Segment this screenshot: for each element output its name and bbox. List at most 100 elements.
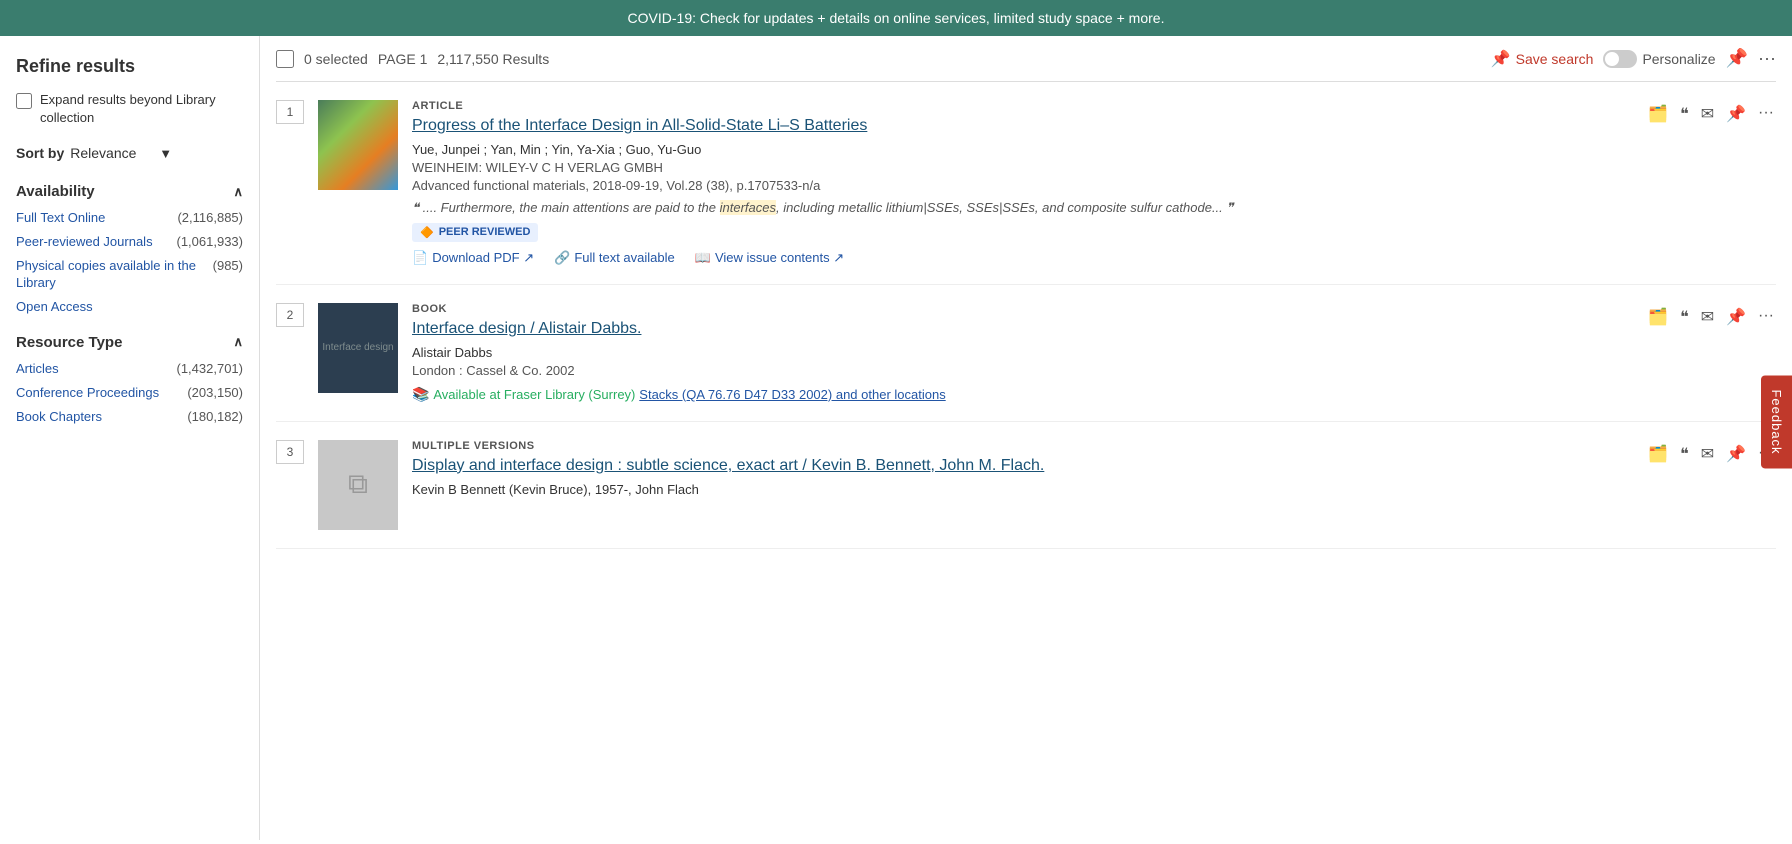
- pin-filled-icon: 📌: [1491, 49, 1511, 69]
- result-authors-3: Kevin B Bennett (Kevin Bruce), 1957-, Jo…: [412, 482, 1632, 497]
- filter-label-articles: Articles: [16, 361, 59, 378]
- availability-title: Availability: [16, 183, 95, 200]
- save-search-button[interactable]: 📌 Save search: [1491, 49, 1594, 69]
- expand-option[interactable]: Expand results beyond Library collection: [16, 91, 243, 127]
- filter-count-conference-proceedings: (203,150): [187, 385, 243, 400]
- result-actions-3: 🗂️ ❝ ✉ 📌 ···: [1646, 440, 1776, 530]
- link-icon: 🔗: [554, 250, 570, 266]
- pin-button[interactable]: 📌: [1726, 48, 1748, 69]
- quote-button-1[interactable]: ❝: [1678, 102, 1691, 126]
- filter-item-peer-reviewed-journals[interactable]: Peer-reviewed Journals (1,061,933): [16, 234, 243, 251]
- sidebar: Refine results Expand results beyond Lib…: [0, 36, 260, 840]
- filter-item-open-access[interactable]: Open Access: [16, 299, 243, 316]
- result-title-1[interactable]: Progress of the Interface Design in All-…: [412, 116, 1632, 137]
- content-area: 0 selected PAGE 1 2,117,550 Results 📌 Sa…: [260, 36, 1792, 840]
- filter-item-articles[interactable]: Articles (1,432,701): [16, 361, 243, 378]
- result-title-2[interactable]: Interface design / Alistair Dabbs.: [412, 319, 1632, 340]
- select-all-checkbox[interactable]: [276, 50, 294, 68]
- quote-button-3[interactable]: ❝: [1678, 442, 1691, 466]
- feedback-tab[interactable]: Feedback: [1761, 375, 1792, 468]
- result-body-2: BOOK Interface design / Alistair Dabbs. …: [412, 303, 1632, 403]
- quote-button-2[interactable]: ❝: [1678, 305, 1691, 329]
- result-title-3[interactable]: Display and interface design : subtle sc…: [412, 456, 1632, 477]
- result-body-3: MULTIPLE VERSIONS Display and interface …: [412, 440, 1632, 530]
- download-pdf-link-1[interactable]: 📄 Download PDF ↗: [412, 250, 534, 266]
- cite-button-1[interactable]: 🗂️: [1646, 102, 1670, 126]
- resource-type-items: Articles (1,432,701) Conference Proceedi…: [16, 361, 243, 426]
- more-button-1[interactable]: ···: [1756, 102, 1776, 124]
- result-type-2: BOOK: [412, 303, 1632, 315]
- result-availability-2: 📚 Available at Fraser Library (Surrey) S…: [412, 386, 1632, 403]
- availability-section: Availability ∧ Full Text Online (2,116,8…: [16, 183, 243, 315]
- sidebar-title: Refine results: [16, 56, 243, 77]
- results-count: 2,117,550 Results: [437, 51, 549, 67]
- filter-item-book-chapters[interactable]: Book Chapters (180,182): [16, 409, 243, 426]
- feedback-label: Feedback: [1769, 389, 1784, 454]
- availability-header[interactable]: Availability ∧: [16, 183, 243, 200]
- peer-reviewed-label-1: PEER REVIEWED: [439, 226, 531, 238]
- filter-label-book-chapters: Book Chapters: [16, 409, 102, 426]
- filter-item-full-text[interactable]: Full Text Online (2,116,885): [16, 210, 243, 227]
- save-search-label: Save search: [1516, 51, 1594, 67]
- page-info: PAGE 1: [378, 51, 428, 67]
- pdf-icon: 📄: [412, 250, 428, 266]
- filter-item-physical-copies[interactable]: Physical copies available in the Library…: [16, 258, 243, 292]
- result-thumb-3: ⧉: [318, 440, 398, 530]
- filter-count-peer-reviewed-journals: (1,061,933): [177, 234, 244, 249]
- filter-label-full-text: Full Text Online: [16, 210, 105, 227]
- result-actions-1: 🗂️ ❝ ✉ 📌 ···: [1646, 100, 1776, 266]
- more-button-2[interactable]: ···: [1756, 305, 1776, 327]
- result-body-1: ARTICLE Progress of the Interface Design…: [412, 100, 1632, 266]
- availability-icon-2: 📚: [412, 386, 429, 402]
- filter-label-physical-copies: Physical copies available in the Library: [16, 258, 207, 292]
- location-text-2[interactable]: Stacks (QA 76.76 D47 D33 2002) and other…: [639, 387, 945, 402]
- result-number-3: 3: [276, 440, 304, 530]
- selected-count: 0 selected: [304, 51, 368, 67]
- email-button-2[interactable]: ✉: [1699, 305, 1716, 329]
- cite-button-2[interactable]: 🗂️: [1646, 305, 1670, 329]
- peer-reviewed-badge-1: 🔶 PEER REVIEWED: [412, 223, 538, 242]
- banner-text: COVID-19: Check for updates + details on…: [628, 10, 1165, 26]
- more-options-button[interactable]: ···: [1758, 48, 1776, 69]
- available-text-2: Available at Fraser Library (Surrey): [433, 387, 635, 402]
- email-button-3[interactable]: ✉: [1699, 442, 1716, 466]
- top-banner: COVID-19: Check for updates + details on…: [0, 0, 1792, 36]
- email-button-1[interactable]: ✉: [1699, 102, 1716, 126]
- pin-button-2[interactable]: 📌: [1724, 305, 1748, 329]
- pin-button-1[interactable]: 📌: [1724, 102, 1748, 126]
- book-icon: 📖: [695, 250, 711, 266]
- personalize-button[interactable]: Personalize: [1603, 50, 1715, 68]
- filter-label-conference-proceedings: Conference Proceedings: [16, 385, 159, 402]
- availability-items: Full Text Online (2,116,885) Peer-review…: [16, 210, 243, 315]
- toolbar: 0 selected PAGE 1 2,117,550 Results 📌 Sa…: [276, 36, 1776, 82]
- result-snippet-1: ❝ .... Furthermore, the main attentions …: [412, 199, 1632, 217]
- filter-count-book-chapters: (180,182): [187, 409, 243, 424]
- result-thumb-2: Interface design: [318, 303, 398, 393]
- filter-count-physical-copies: (985): [213, 258, 243, 273]
- sort-chevron-icon: ▼: [159, 146, 172, 161]
- sort-select[interactable]: Relevance Date Author: [70, 145, 153, 161]
- result-type-1: ARTICLE: [412, 100, 1632, 112]
- result-thumb-1: [318, 100, 398, 190]
- result-authors-2: Alistair Dabbs: [412, 345, 1632, 360]
- filter-label-peer-reviewed-journals: Peer-reviewed Journals: [16, 234, 153, 251]
- result-publisher-1: WEINHEIM: WILEY-V C H VERLAG GMBH: [412, 160, 1632, 175]
- pin-button-3[interactable]: 📌: [1724, 442, 1748, 466]
- availability-collapse-icon: ∧: [233, 184, 243, 200]
- result-item-2: 2 Interface design BOOK Interface design…: [276, 285, 1776, 422]
- view-issue-link-1[interactable]: 📖 View issue contents ↗: [695, 250, 844, 266]
- result-number-2: 2: [276, 303, 304, 403]
- filter-label-open-access: Open Access: [16, 299, 93, 316]
- result-number-1: 1: [276, 100, 304, 266]
- filter-count-articles: (1,432,701): [177, 361, 244, 376]
- expand-checkbox[interactable]: [16, 93, 32, 109]
- result-actions-2: 🗂️ ❝ ✉ 📌 ···: [1646, 303, 1776, 403]
- resource-type-section: Resource Type ∧ Articles (1,432,701) Con…: [16, 334, 243, 426]
- cite-button-3[interactable]: 🗂️: [1646, 442, 1670, 466]
- filter-item-conference-proceedings[interactable]: Conference Proceedings (203,150): [16, 385, 243, 402]
- toggle-slider: [1603, 50, 1637, 68]
- resource-type-header[interactable]: Resource Type ∧: [16, 334, 243, 351]
- expand-label: Expand results beyond Library collection: [40, 91, 243, 127]
- result-publisher-2: London : Cassel & Co. 2002: [412, 363, 1632, 378]
- full-text-link-1[interactable]: 🔗 Full text available: [554, 250, 675, 266]
